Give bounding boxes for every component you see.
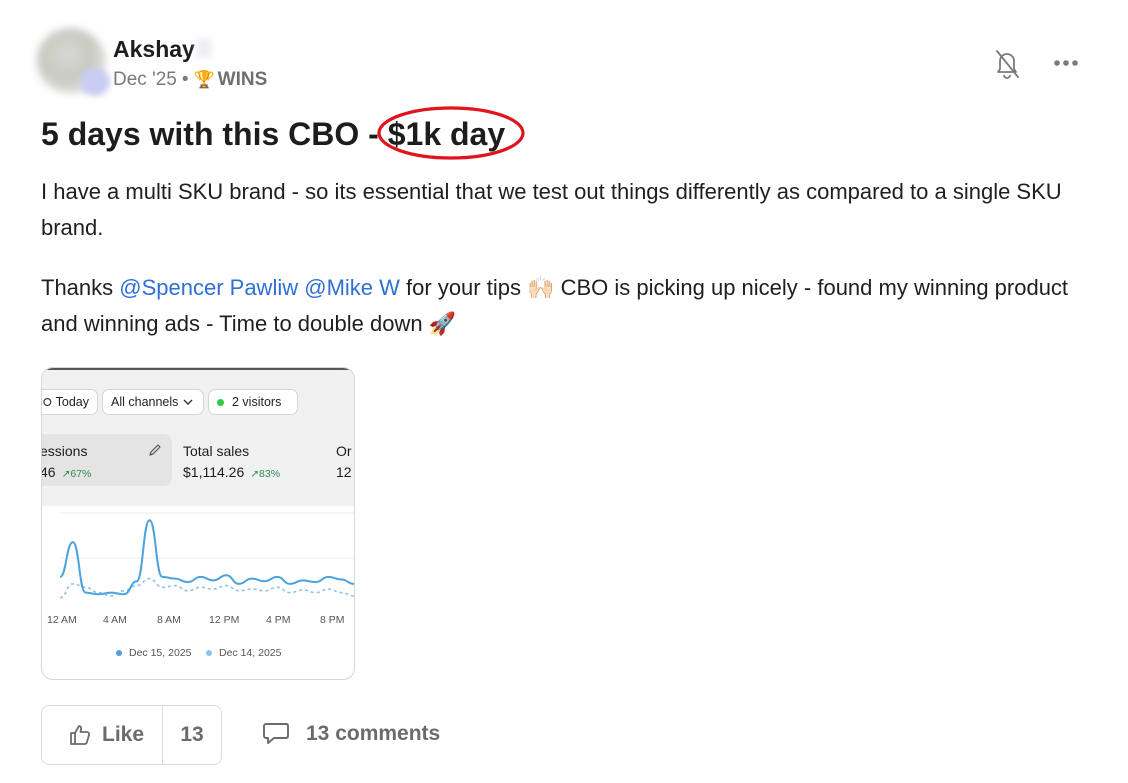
like-count[interactable]: 13 xyxy=(163,706,221,764)
legend-label: Dec 14, 2025 xyxy=(219,647,282,659)
category-label[interactable]: WINS xyxy=(218,69,268,91)
comments-button[interactable]: 13 comments xyxy=(262,721,440,747)
bell-off-icon xyxy=(996,50,1019,79)
visitors-label: 2 visitors xyxy=(232,395,282,409)
live-dot-icon xyxy=(217,398,224,406)
ellipsis-icon xyxy=(1054,60,1078,66)
like-control: Like 13 xyxy=(41,705,222,765)
date-filter-chip: Today xyxy=(42,389,98,415)
attached-analytics-screenshot[interactable]: Today All channels 2 visitors essions 46… xyxy=(41,367,355,680)
legend-dot xyxy=(206,650,212,656)
x-tick-label: 4 AM xyxy=(103,614,127,626)
visitors-chip: 2 visitors xyxy=(208,389,298,415)
x-tick-label: 12 AM xyxy=(47,614,77,626)
orders-label: Or xyxy=(336,443,352,459)
calendar-icon xyxy=(43,397,52,407)
total-sales-label: Total sales xyxy=(183,443,250,459)
pencil-icon xyxy=(149,444,161,456)
legend-label: Dec 15, 2025 xyxy=(129,647,192,659)
mention-spencer-pawliw[interactable]: @Spencer Pawliw xyxy=(119,275,298,300)
series-line-dec-15-2025 xyxy=(59,519,354,596)
like-label: Like xyxy=(102,723,145,746)
sales-line-chart xyxy=(59,512,354,599)
post-paragraph-1: I have a multi SKU brand - so its essent… xyxy=(41,179,1062,240)
more-options-button[interactable] xyxy=(1052,55,1082,71)
post-meta: Dec '25 • 🏆 WINS xyxy=(113,69,267,91)
author-name[interactable]: Akshay xyxy=(113,36,195,63)
total-sales-value-row: $1,114.26 ↗83% xyxy=(183,464,280,480)
x-tick-label: 8 PM xyxy=(320,614,345,626)
channels-filter-label: All channels xyxy=(111,395,179,409)
sessions-change: ↗67% xyxy=(61,468,92,480)
x-tick-label: 8 AM xyxy=(157,614,181,626)
legend-item-previous: Dec 14, 2025 xyxy=(206,647,281,659)
legend-item-current: Dec 15, 2025 xyxy=(116,647,191,659)
post-date: Dec '25 xyxy=(113,69,177,90)
channels-filter-chip: All channels xyxy=(102,389,204,415)
avatar-level-badge xyxy=(80,68,110,96)
thumbs-up-icon xyxy=(70,725,91,745)
mention-mike-w[interactable]: @Mike W xyxy=(304,275,400,300)
comments-label: 13 comments xyxy=(306,722,441,745)
sessions-label: essions xyxy=(41,443,88,459)
date-filter-label: Today xyxy=(55,395,89,409)
sessions-value: 46 xyxy=(41,464,56,480)
trophy-icon: 🏆 xyxy=(193,70,215,89)
legend-dot xyxy=(116,650,122,656)
post-title-prefix: 5 days with this CBO - xyxy=(41,116,388,152)
paragraph-2-lead: Thanks xyxy=(41,275,120,300)
chevron-down-icon xyxy=(183,399,193,405)
orders-value: 12 xyxy=(336,464,352,480)
meta-separator: • xyxy=(181,69,189,90)
red-circle-annotation xyxy=(377,106,525,160)
total-sales-change: ↗83% xyxy=(250,468,281,480)
total-sales-value: $1,114.26 xyxy=(183,464,245,480)
x-tick-label: 12 PM xyxy=(209,614,240,626)
post-paragraph-2: Thanks @Spencer Pawliw @Mike W for your … xyxy=(41,270,1101,342)
x-tick-label: 4 PM xyxy=(266,614,291,626)
analytics-header-panel: Today All channels 2 visitors essions 46… xyxy=(42,368,354,506)
notification-bell-button[interactable] xyxy=(992,47,1022,81)
blurred-name-suffix xyxy=(196,38,212,58)
comment-bubble-icon xyxy=(263,723,289,744)
sessions-value-row: 46 ↗67% xyxy=(41,464,92,480)
like-button[interactable]: Like xyxy=(42,706,163,764)
